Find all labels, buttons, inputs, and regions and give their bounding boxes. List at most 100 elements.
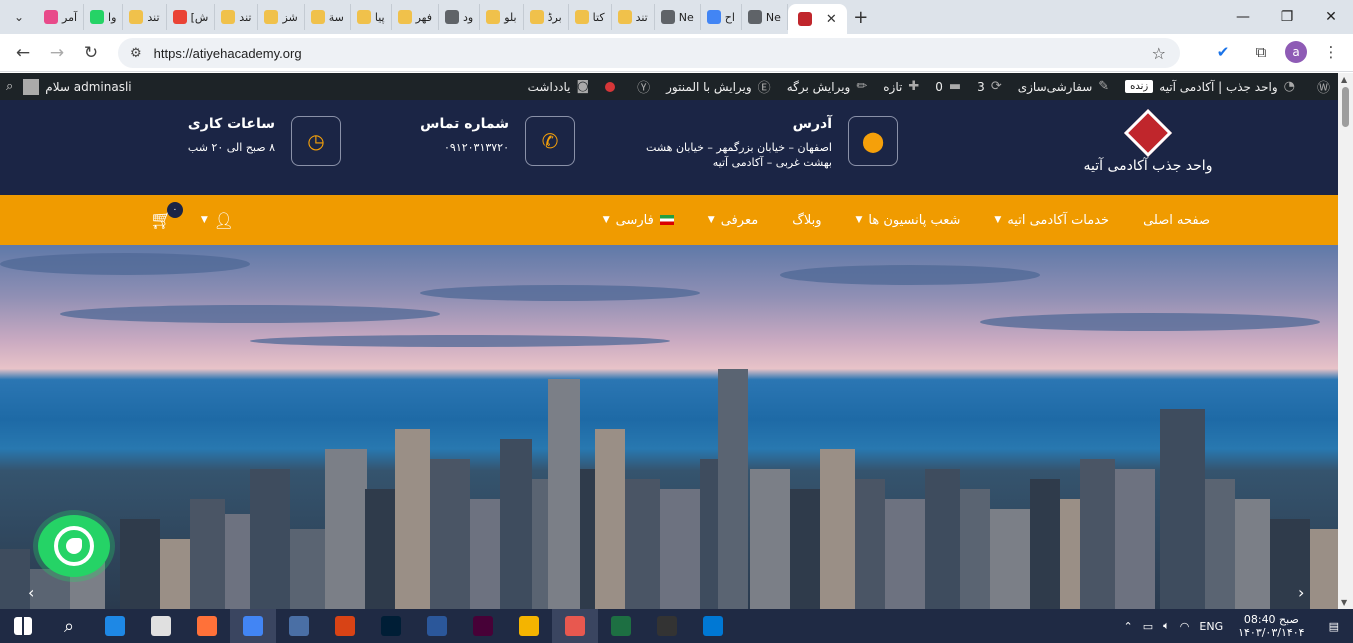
taskbar-app-icon[interactable]: [138, 609, 184, 643]
tab-item[interactable]: تند: [215, 4, 259, 30]
atiyeh-logo-icon: [1123, 108, 1173, 158]
close-window-icon[interactable]: ✕: [1309, 0, 1353, 34]
address-bar[interactable]: ⚙ https://atiyehacademy.org ☆: [118, 38, 1180, 68]
tab-item[interactable]: بلو: [480, 4, 524, 30]
language-indicator[interactable]: ENG: [1194, 620, 1228, 633]
admin-edit-elementor[interactable]: Ⓔ ویرایش با المنتور: [658, 73, 779, 100]
admin-customize[interactable]: ✎ سفارشی‌سازی: [1010, 73, 1117, 100]
taskbar-app-icon[interactable]: [644, 609, 690, 643]
menu-kebab-icon[interactable]: ⋮: [1317, 38, 1345, 66]
tab-active[interactable]: ✕: [787, 4, 847, 34]
url-text[interactable]: https://atiyehacademy.org: [154, 46, 302, 61]
admin-user-menu[interactable]: سلام adminasli: [23, 78, 132, 95]
tab-item[interactable]: Ne: [742, 4, 788, 30]
nav-blog[interactable]: وبلاگ: [792, 213, 821, 228]
minimize-icon[interactable]: —: [1221, 0, 1265, 34]
admin-comments[interactable]: ▬ 0: [927, 73, 969, 100]
taskbar-app-icon[interactable]: [276, 609, 322, 643]
nav-about[interactable]: معرفی ▼: [708, 213, 758, 228]
scroll-down-arrow-icon[interactable]: ▼: [1341, 598, 1347, 607]
new-tab-plus-icon[interactable]: +: [847, 7, 875, 28]
taskbar-app-icon[interactable]: [322, 609, 368, 643]
tab-item[interactable]: ود: [439, 4, 481, 30]
scroll-up-arrow-icon[interactable]: ▲: [1341, 75, 1347, 84]
tab-item[interactable]: وا: [84, 4, 124, 30]
taskbar-app-icon[interactable]: [552, 609, 598, 643]
tab-label: سة: [328, 10, 344, 24]
restore-icon[interactable]: ❐: [1265, 0, 1309, 34]
page-scrollbar[interactable]: ▲ ▼: [1338, 73, 1353, 609]
windows-start-icon[interactable]: [0, 609, 46, 643]
clock[interactable]: صبح 08:40 ۱۴۰۳/۰۳/۱۴۰۴: [1228, 613, 1315, 639]
back-arrow-icon[interactable]: ←: [6, 36, 40, 70]
volume-icon[interactable]: 🔈︎: [1158, 619, 1175, 633]
edit-elementor-label: ویرایش با المنتور: [666, 79, 752, 94]
admin-notes[interactable]: ◙ یادداشت: [520, 73, 597, 100]
phone-number[interactable]: ۰۹۱۲۰۳۱۳۷۲۰: [420, 140, 509, 155]
battery-icon[interactable]: ▭: [1138, 620, 1158, 633]
admin-edit-page[interactable]: ✏ ویرایش برگه: [779, 73, 876, 100]
admin-updates[interactable]: ⟳ 3: [969, 73, 1010, 100]
reload-icon[interactable]: ↻: [74, 36, 108, 70]
tab-item[interactable]: پیا: [351, 4, 392, 30]
wordpress-logo-icon[interactable]: Ⓦ: [1303, 73, 1338, 100]
comments-count: 0: [935, 79, 943, 94]
taskbar-app-icon[interactable]: [414, 609, 460, 643]
tab-item[interactable]: کتا: [569, 4, 612, 30]
admin-new[interactable]: ✚ تازه: [875, 73, 927, 100]
tab-item[interactable]: اح: [701, 4, 742, 30]
slider-prev-arrow-icon[interactable]: ‹: [28, 583, 34, 602]
brand[interactable]: واحد جذب آکادمی آتیه: [1073, 108, 1223, 174]
extension-check-icon[interactable]: ✔: [1209, 38, 1237, 66]
whatsapp-float-icon[interactable]: [38, 515, 110, 577]
nav-home[interactable]: صفحه اصلی: [1143, 213, 1210, 228]
tab-item[interactable]: آمر: [38, 4, 85, 30]
taskbar-app-icon[interactable]: [460, 609, 506, 643]
nav-language[interactable]: فارسی ▼: [603, 213, 674, 228]
tab-item[interactable]: برڈ: [524, 4, 569, 30]
profile-avatar[interactable]: a: [1285, 41, 1307, 63]
phone-block: ✆ شماره تماس ۰۹۱۲۰۳۱۳۷۲۰: [420, 116, 575, 166]
tab-item[interactable]: سة: [305, 4, 351, 30]
tab-item[interactable]: [ش: [167, 4, 216, 30]
wifi-icon[interactable]: ◠: [1175, 620, 1195, 633]
cart-icon[interactable]: 🛒︎ ۰: [150, 201, 183, 231]
tab-favicon-icon: [445, 10, 460, 24]
tab-item[interactable]: شز: [258, 4, 305, 30]
admin-search-icon[interactable]: ⌕: [6, 79, 13, 94]
close-tab-icon[interactable]: ✕: [826, 12, 837, 27]
slider-next-arrow-icon[interactable]: ›: [1298, 583, 1304, 602]
tray-chevron-up-icon[interactable]: ⌃: [1119, 620, 1138, 633]
scroll-thumb[interactable]: [1342, 87, 1349, 127]
nav-services[interactable]: خدمات آکادمی اتیه ▼: [994, 213, 1109, 228]
site-info-icon[interactable]: ⚙: [130, 46, 142, 61]
taskbar-app-icon[interactable]: [184, 609, 230, 643]
tab-favicon-icon: [172, 10, 187, 24]
clock-date: ۱۴۰۳/۰۳/۱۴۰۴: [1238, 626, 1305, 639]
address-line-2: بهشت غربی – آکادمی آتیه: [712, 156, 832, 169]
extensions-puzzle-icon[interactable]: ⧉: [1247, 38, 1275, 66]
tab-search-chevron-icon[interactable]: ⌄: [6, 4, 32, 30]
taskbar-app-icon[interactable]: [230, 609, 276, 643]
taskbar-app-icon[interactable]: [92, 609, 138, 643]
account-menu[interactable]: ▼ 👤︎: [201, 211, 234, 230]
notifications-icon[interactable]: ▤: [1315, 620, 1353, 633]
taskbar-app-icon[interactable]: [506, 609, 552, 643]
cloud: [0, 253, 250, 275]
dashboard-icon: ◔: [1283, 79, 1295, 94]
tab-item[interactable]: تند: [123, 4, 167, 30]
nav-branches[interactable]: شعب پانسیون ها ▼: [855, 213, 960, 228]
tab-item[interactable]: Ne: [655, 4, 701, 30]
yoast-icon[interactable]: Ⓨ: [623, 73, 658, 100]
admin-site-name[interactable]: ◔ واحد جذب | آکادمی آتیه زنده: [1117, 73, 1303, 100]
taskbar-app-icon[interactable]: [598, 609, 644, 643]
taskbar-app-icon[interactable]: [690, 609, 736, 643]
taskbar-app-icon[interactable]: [368, 609, 414, 643]
tab-item[interactable]: تند: [612, 4, 655, 30]
forward-arrow-icon[interactable]: →: [40, 36, 74, 70]
search-icon[interactable]: ⌕: [46, 609, 92, 643]
status-red-dot-icon[interactable]: [597, 73, 623, 100]
tab-favicon-icon: [660, 10, 675, 24]
bookmark-star-icon[interactable]: ☆: [1152, 44, 1166, 63]
tab-item[interactable]: فهر: [392, 4, 440, 30]
